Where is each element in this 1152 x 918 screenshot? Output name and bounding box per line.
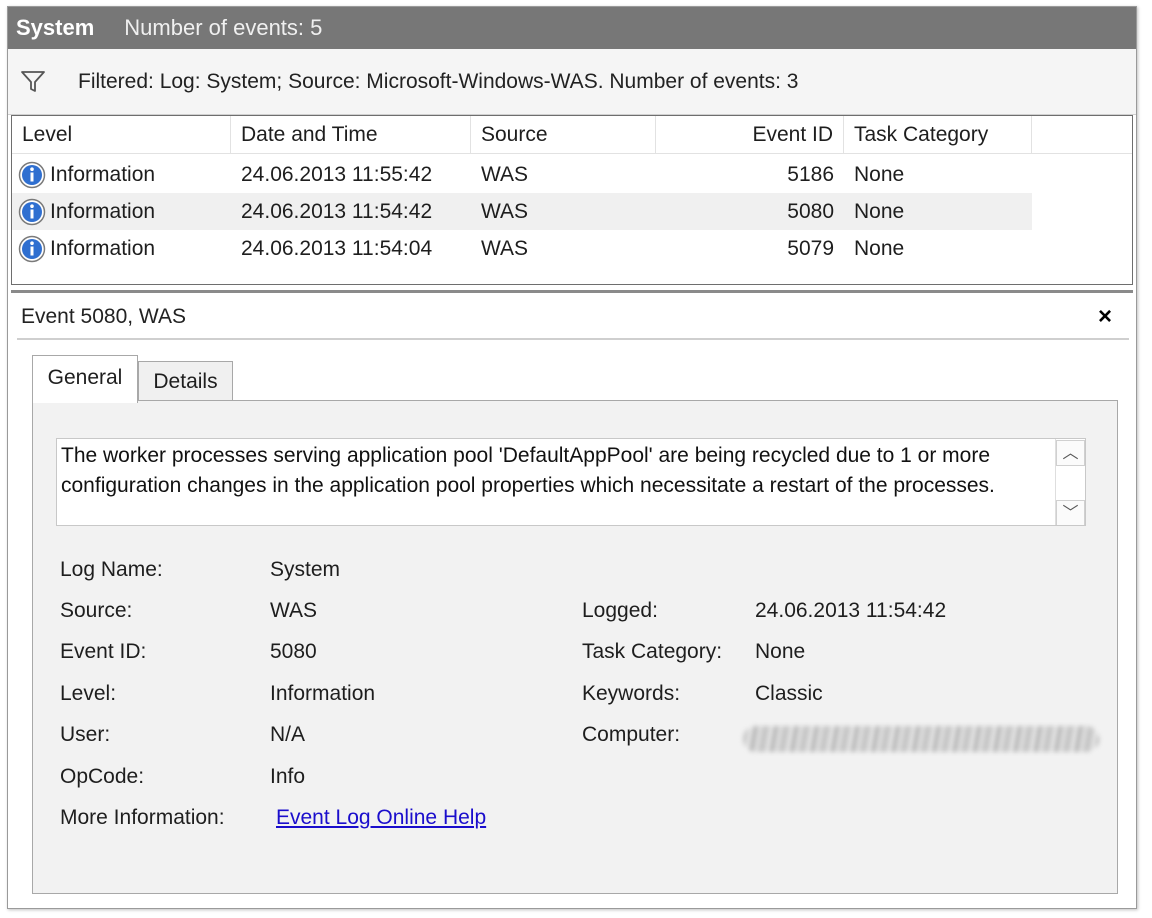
event-task-category: None — [854, 163, 905, 186]
event-viewer-window: System Number of events: 5 Filtered: Log… — [7, 6, 1137, 909]
event-log-online-help-link[interactable]: Event Log Online Help — [276, 806, 486, 830]
general-tab-panel: The worker processes serving application… — [32, 400, 1118, 894]
keywords-label: Keywords: — [582, 682, 681, 705]
event-detail-title: Event 5080, WAS — [21, 305, 186, 328]
event-detail-pane: Event 5080, WAS × General Details The wo… — [11, 290, 1133, 907]
opcode-label: OpCode: — [60, 765, 145, 788]
event-id-label: Event ID: — [60, 640, 147, 663]
event-level: Information — [50, 237, 156, 260]
event-date: 24.06.2013 11:54:42 — [241, 200, 433, 223]
event-date: 24.06.2013 11:55:42 — [241, 163, 433, 186]
event-id: 5080 — [787, 200, 834, 223]
event-id: 5079 — [787, 237, 834, 260]
tab-general[interactable]: General — [32, 355, 138, 403]
source-label: Source: — [60, 599, 133, 622]
column-header-level[interactable]: Level — [12, 116, 231, 154]
information-icon — [18, 161, 46, 188]
task-category-value: None — [755, 640, 806, 663]
event-id: 5186 — [787, 163, 834, 186]
user-label: User: — [60, 723, 111, 746]
description-scrollbar[interactable]: ︿ ﹀ — [1055, 439, 1085, 525]
event-source: WAS — [481, 163, 529, 186]
computer-value-redacted — [743, 726, 1099, 752]
column-header-event-id[interactable]: Event ID — [656, 116, 844, 154]
close-icon[interactable]: × — [1093, 303, 1117, 331]
event-level: Information — [50, 163, 156, 186]
filter-bar: Filtered: Log: System; Source: Microsoft… — [8, 49, 1136, 115]
logged-value: 24.06.2013 11:54:42 — [755, 599, 947, 622]
divider — [17, 338, 1129, 340]
log-name-title: System — [16, 15, 95, 40]
level-label: Level: — [60, 682, 117, 705]
information-icon — [18, 235, 46, 262]
task-category-label: Task Category: — [582, 640, 723, 663]
level-value: Information — [270, 682, 376, 705]
event-list[interactable]: Level Date and Time Source Event ID Task… — [11, 115, 1133, 285]
logged-label: Logged: — [582, 599, 658, 622]
event-task-category: None — [854, 237, 905, 260]
event-date: 24.06.2013 11:54:04 — [241, 237, 433, 260]
computer-label: Computer: — [582, 723, 681, 746]
event-id-value: 5080 — [270, 640, 317, 663]
source-value: WAS — [270, 599, 318, 622]
log-name-label: Log Name: — [60, 558, 163, 581]
scroll-up-icon[interactable]: ︿ — [1056, 440, 1085, 466]
information-icon — [18, 198, 46, 225]
event-list-header: Level Date and Time Source Event ID Task… — [12, 116, 1132, 154]
event-source: WAS — [481, 200, 529, 223]
filter-description: Filtered: Log: System; Source: Microsoft… — [78, 69, 799, 93]
more-information-label: More Information: — [60, 806, 225, 829]
tab-details[interactable]: Details — [138, 361, 233, 401]
table-row[interactable]: Information 24.06.2013 11:54:42 WAS 5080… — [12, 193, 1032, 230]
event-description-box[interactable]: The worker processes serving application… — [56, 438, 1086, 526]
log-title-bar: System Number of events: 5 — [8, 7, 1136, 49]
event-level: Information — [50, 200, 156, 223]
event-description: The worker processes serving application… — [61, 444, 995, 497]
column-header-task-category[interactable]: Task Category — [844, 116, 1032, 154]
keywords-value: Classic — [755, 682, 823, 705]
column-header-date[interactable]: Date and Time — [231, 116, 471, 154]
event-task-category: None — [854, 200, 905, 223]
event-source: WAS — [481, 237, 529, 260]
user-value: N/A — [270, 723, 306, 746]
scroll-down-icon[interactable]: ﹀ — [1056, 500, 1085, 525]
column-header-source[interactable]: Source — [471, 116, 656, 154]
table-row[interactable]: Information 24.06.2013 11:55:42 WAS 5186… — [12, 156, 1032, 193]
table-row[interactable]: Information 24.06.2013 11:54:04 WAS 5079… — [12, 230, 1032, 267]
opcode-value: Info — [270, 765, 306, 788]
filter-icon — [21, 70, 45, 92]
log-name-value: System — [270, 558, 341, 581]
event-count: Number of events: 5 — [124, 15, 323, 40]
